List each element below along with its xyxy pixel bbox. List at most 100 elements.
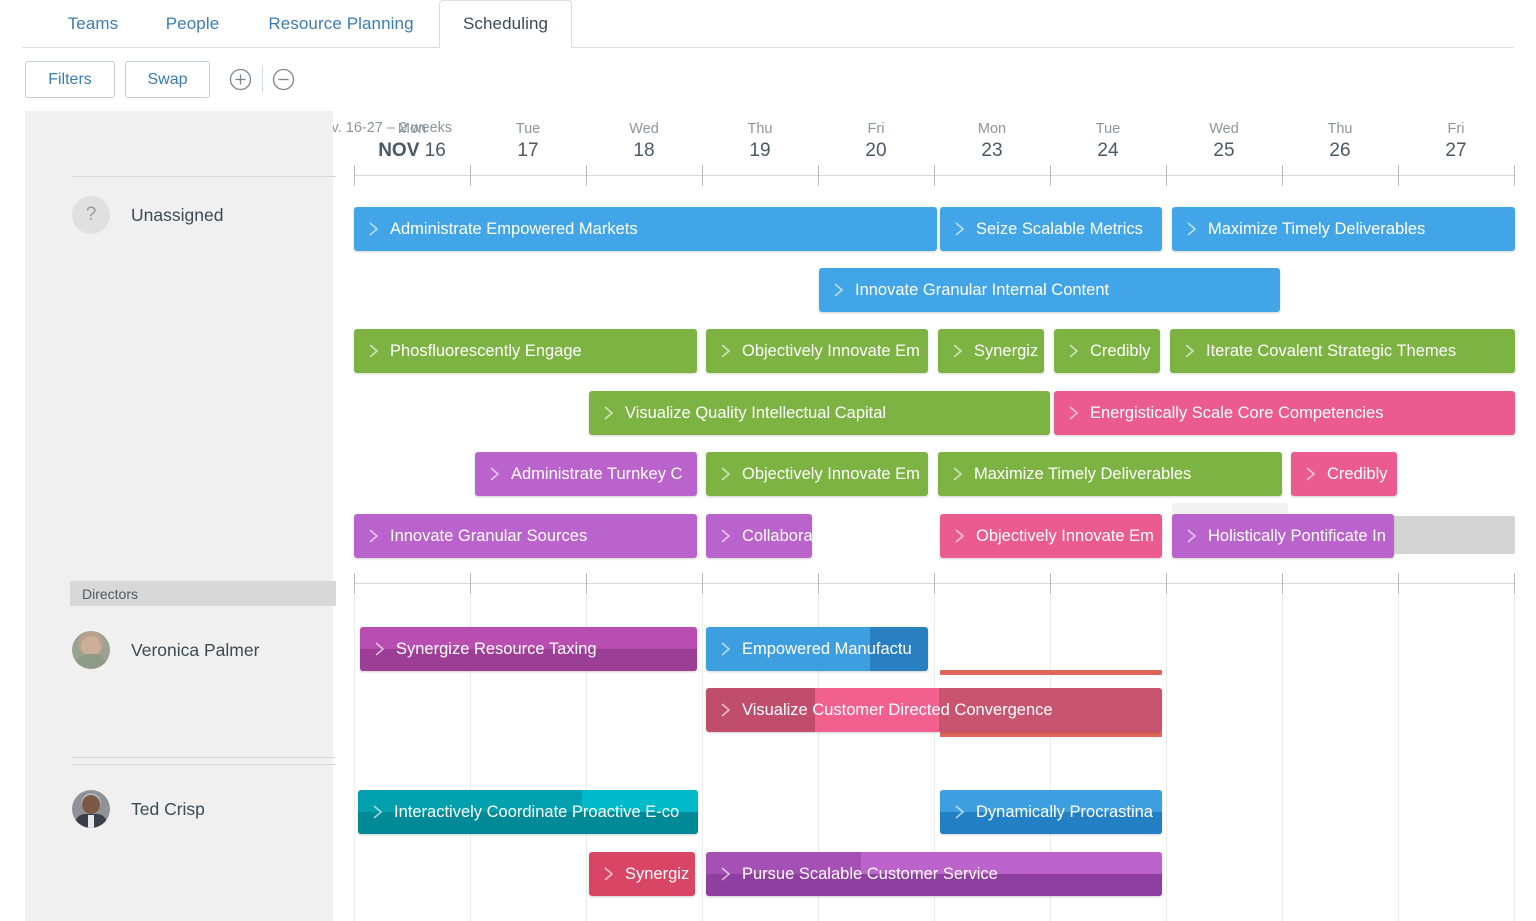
timeline-tick: [818, 573, 819, 594]
chevron-right-icon[interactable]: [720, 701, 732, 719]
task-bar[interactable]: Seize Scalable Metrics: [940, 207, 1162, 251]
chevron-right-icon[interactable]: [1184, 342, 1196, 360]
task-bar[interactable]: Pursue Scalable Customer Service: [706, 852, 1162, 896]
task-bar-content: Phosfluorescently Engage: [354, 329, 697, 373]
chevron-right-icon[interactable]: [1068, 342, 1080, 360]
task-bar[interactable]: Objectively Innovate Em: [706, 452, 928, 496]
day-of-week-label: Mon: [354, 119, 470, 139]
timeline-grid: MonNOV 16Tue17Wed18Thu19Fri20Mon23Tue24W…: [333, 111, 1536, 921]
timeline-tick: [1398, 573, 1399, 594]
day-column-line: [702, 595, 703, 921]
task-bar[interactable]: Phosfluorescently Engage: [354, 329, 697, 373]
day-header-27: Fri27: [1398, 119, 1514, 163]
task-bar-content: Seize Scalable Metrics: [940, 207, 1162, 251]
sidebar-row-veronica-palmer[interactable]: Veronica Palmer: [72, 631, 259, 669]
task-bar-label: Maximize Timely Deliverables: [974, 465, 1191, 484]
chevron-right-icon[interactable]: [720, 465, 732, 483]
task-bar[interactable]: Innovate Granular Sources: [354, 514, 697, 558]
chevron-right-icon[interactable]: [952, 465, 964, 483]
task-bar-content: Interactively Coordinate Proactive E-co: [358, 790, 698, 834]
chevron-right-icon[interactable]: [372, 803, 384, 821]
chevron-right-icon[interactable]: [720, 342, 732, 360]
sidebar-group-directors[interactable]: Directors: [70, 581, 336, 606]
task-bar[interactable]: Visualize Customer Directed Convergence: [706, 688, 1162, 732]
task-bar[interactable]: Credibly: [1291, 452, 1397, 496]
task-bar-label: Energistically Scale Core Competencies: [1090, 404, 1383, 423]
chevron-right-icon[interactable]: [952, 342, 964, 360]
task-bar[interactable]: Maximize Timely Deliverables: [938, 452, 1282, 496]
task-bar[interactable]: Objectively Innovate Em: [940, 514, 1162, 558]
task-bar-label: Empowered Manufactu: [742, 640, 912, 659]
task-bar-content: Innovate Granular Sources: [354, 514, 697, 558]
chevron-right-icon[interactable]: [720, 527, 732, 545]
tab-scheduling-label: Scheduling: [463, 14, 548, 34]
tab-teams[interactable]: Teams: [48, 0, 138, 48]
chevron-right-icon[interactable]: [954, 527, 966, 545]
task-bar[interactable]: Synergize Resource Taxing: [360, 627, 697, 671]
task-bar-content: Administrate Turnkey C: [475, 452, 697, 496]
chevron-right-icon[interactable]: [489, 465, 501, 483]
task-bar[interactable]: Energistically Scale Core Competencies: [1054, 391, 1515, 435]
task-bar[interactable]: Empowered Manufactu: [706, 627, 928, 671]
task-bar[interactable]: Visualize Quality Intellectual Capital: [589, 391, 1050, 435]
task-bar[interactable]: Dynamically Procrastina: [940, 790, 1162, 834]
tab-people[interactable]: People: [148, 0, 237, 48]
task-bar[interactable]: Iterate Covalent Strategic Themes: [1170, 329, 1515, 373]
task-bar-content: Credibly: [1054, 329, 1160, 373]
task-bar[interactable]: Maximize Timely Deliverables: [1172, 207, 1515, 251]
task-bar-content: Credibly: [1291, 452, 1397, 496]
chevron-right-icon[interactable]: [374, 640, 386, 658]
task-bar-label: Holistically Pontificate In: [1208, 527, 1386, 546]
task-bar[interactable]: Innovate Granular Internal Content: [819, 268, 1280, 312]
filters-button[interactable]: Filters: [25, 61, 115, 98]
task-bar[interactable]: Synergiz: [938, 329, 1044, 373]
chevron-right-icon[interactable]: [720, 640, 732, 658]
task-bar-label: Seize Scalable Metrics: [976, 220, 1143, 239]
day-header-25: Wed25: [1166, 119, 1282, 163]
sidebar-row-ted-crisp[interactable]: Ted Crisp: [72, 790, 205, 828]
chevron-right-icon[interactable]: [1186, 220, 1198, 238]
chevron-right-icon[interactable]: [833, 281, 845, 299]
timeline-tick: [934, 573, 935, 594]
task-bar[interactable]: Administrate Empowered Markets: [354, 207, 937, 251]
tab-resource-planning-label: Resource Planning: [268, 14, 413, 34]
task-bar[interactable]: Collabora: [706, 514, 812, 558]
day-header-18: Wed18: [586, 119, 702, 163]
chevron-right-icon[interactable]: [1186, 527, 1198, 545]
tab-resource-planning[interactable]: Resource Planning: [248, 0, 434, 48]
day-of-week-label: Tue: [470, 119, 586, 139]
task-bar-label: Innovate Granular Internal Content: [855, 281, 1109, 300]
task-bar[interactable]: Administrate Turnkey C: [475, 452, 697, 496]
day-column-line: [354, 595, 355, 921]
task-bar[interactable]: Synergiz: [589, 852, 695, 896]
chevron-right-icon[interactable]: [603, 404, 615, 422]
chevron-right-icon[interactable]: [954, 803, 966, 821]
swap-button[interactable]: Swap: [125, 61, 210, 98]
task-bar[interactable]: Interactively Coordinate Proactive E-co: [358, 790, 698, 834]
task-bar[interactable]: Objectively Innovate Em: [706, 329, 928, 373]
timeline-tick: [354, 165, 355, 186]
tab-teams-label: Teams: [68, 14, 119, 34]
unassigned-avatar-icon: ?: [72, 196, 110, 234]
chevron-right-icon[interactable]: [954, 220, 966, 238]
timeline-tick: [702, 573, 703, 594]
task-bar-label: Pursue Scalable Customer Service: [742, 865, 998, 884]
task-bar[interactable]: Credibly: [1054, 329, 1160, 373]
timeline-tick: [1514, 573, 1515, 594]
zoom-out-icon[interactable]: [272, 68, 295, 91]
task-bar-content: Maximize Timely Deliverables: [938, 452, 1282, 496]
chevron-right-icon[interactable]: [603, 865, 615, 883]
swap-button-label: Swap: [147, 71, 187, 89]
chevron-right-icon[interactable]: [368, 220, 380, 238]
conflict-marker: [940, 670, 1162, 675]
zoom-in-icon[interactable]: [229, 68, 252, 91]
chevron-right-icon[interactable]: [368, 527, 380, 545]
task-bar-label: Synergize Resource Taxing: [396, 640, 597, 659]
task-bar[interactable]: Holistically Pontificate In: [1172, 514, 1394, 558]
chevron-right-icon[interactable]: [1068, 404, 1080, 422]
sidebar-row-unassigned[interactable]: ?Unassigned: [72, 196, 223, 234]
tab-scheduling[interactable]: Scheduling: [439, 0, 572, 48]
chevron-right-icon[interactable]: [368, 342, 380, 360]
chevron-right-icon[interactable]: [720, 865, 732, 883]
chevron-right-icon[interactable]: [1305, 465, 1317, 483]
